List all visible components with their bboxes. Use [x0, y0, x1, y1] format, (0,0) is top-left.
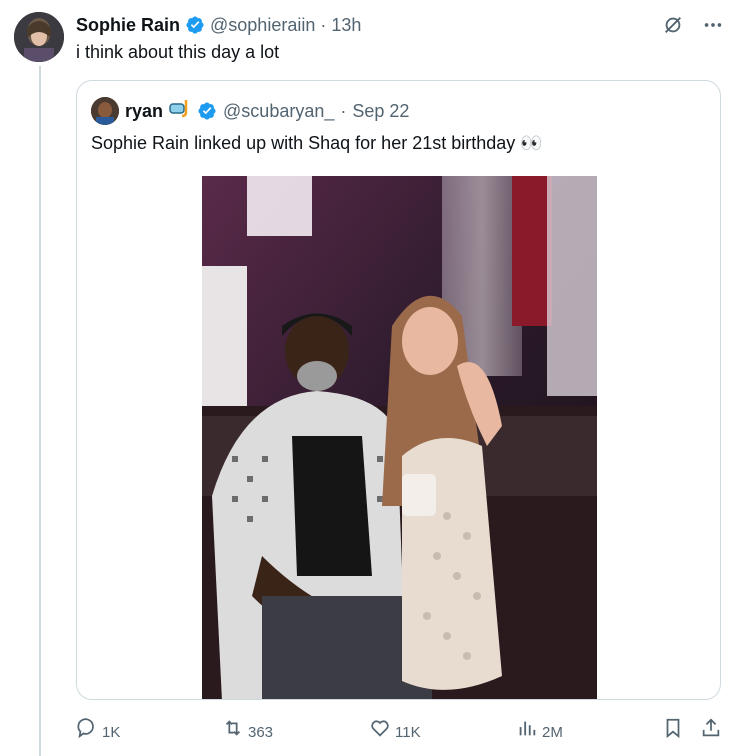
- share-icon: [700, 717, 722, 749]
- more-icon[interactable]: [700, 12, 726, 38]
- tweet-timestamp[interactable]: 13h: [331, 13, 361, 37]
- author-avatar[interactable]: [14, 12, 64, 62]
- bookmark-icon: [662, 717, 684, 749]
- grok-icon[interactable]: [660, 12, 686, 38]
- quoted-tweet-card[interactable]: ryan @scubaryan_ · Sep 22 Sophie Rain li…: [76, 80, 721, 700]
- author-handle[interactable]: @sophieraiin: [210, 13, 315, 37]
- diving-mask-icon: [169, 98, 191, 124]
- tweet-text: i think about this day a lot: [76, 42, 280, 62]
- bookmark-button[interactable]: [662, 717, 684, 749]
- photo-image: [202, 176, 597, 699]
- separator-dot: ·: [320, 15, 327, 35]
- views-button[interactable]: 2M: [516, 717, 563, 749]
- quote-author-handle: @scubaryan_: [223, 101, 335, 121]
- quote-text: Sophie Rain linked up with Shaq for her …: [91, 133, 543, 153]
- repost-button[interactable]: 363: [222, 717, 273, 749]
- views-icon: [516, 717, 538, 749]
- verified-badge-icon: [185, 15, 205, 35]
- avatar-image: [14, 12, 64, 62]
- author-name[interactable]: Sophie Rain: [76, 13, 180, 37]
- views-count: 2M: [542, 724, 563, 741]
- reply-count: 1K: [102, 724, 121, 741]
- quote-author-avatar: [91, 97, 119, 125]
- share-button[interactable]: [700, 717, 722, 749]
- repost-count: 363: [248, 724, 274, 741]
- thread-line: [39, 66, 41, 756]
- quote-author-name: ryan: [125, 101, 164, 121]
- quote-photo[interactable]: [202, 176, 597, 699]
- like-icon: [369, 717, 391, 749]
- reply-button[interactable]: 1K: [76, 717, 120, 749]
- tweet-header: Sophie Rain @sophieraiin · 13h: [76, 13, 361, 37]
- verified-badge-icon: [197, 101, 217, 121]
- quote-timestamp: Sep 22: [352, 101, 410, 121]
- separator-dot: ·: [340, 101, 347, 121]
- reply-icon: [76, 717, 98, 749]
- repost-icon: [222, 717, 244, 749]
- tweet-actions-bar: 1K 363 11K 2M: [76, 717, 726, 745]
- tweet-top-actions: [660, 12, 726, 38]
- like-button[interactable]: 11K: [369, 717, 421, 749]
- quote-header: ryan @scubaryan_ · Sep 22: [91, 97, 409, 125]
- like-count: 11K: [395, 724, 421, 741]
